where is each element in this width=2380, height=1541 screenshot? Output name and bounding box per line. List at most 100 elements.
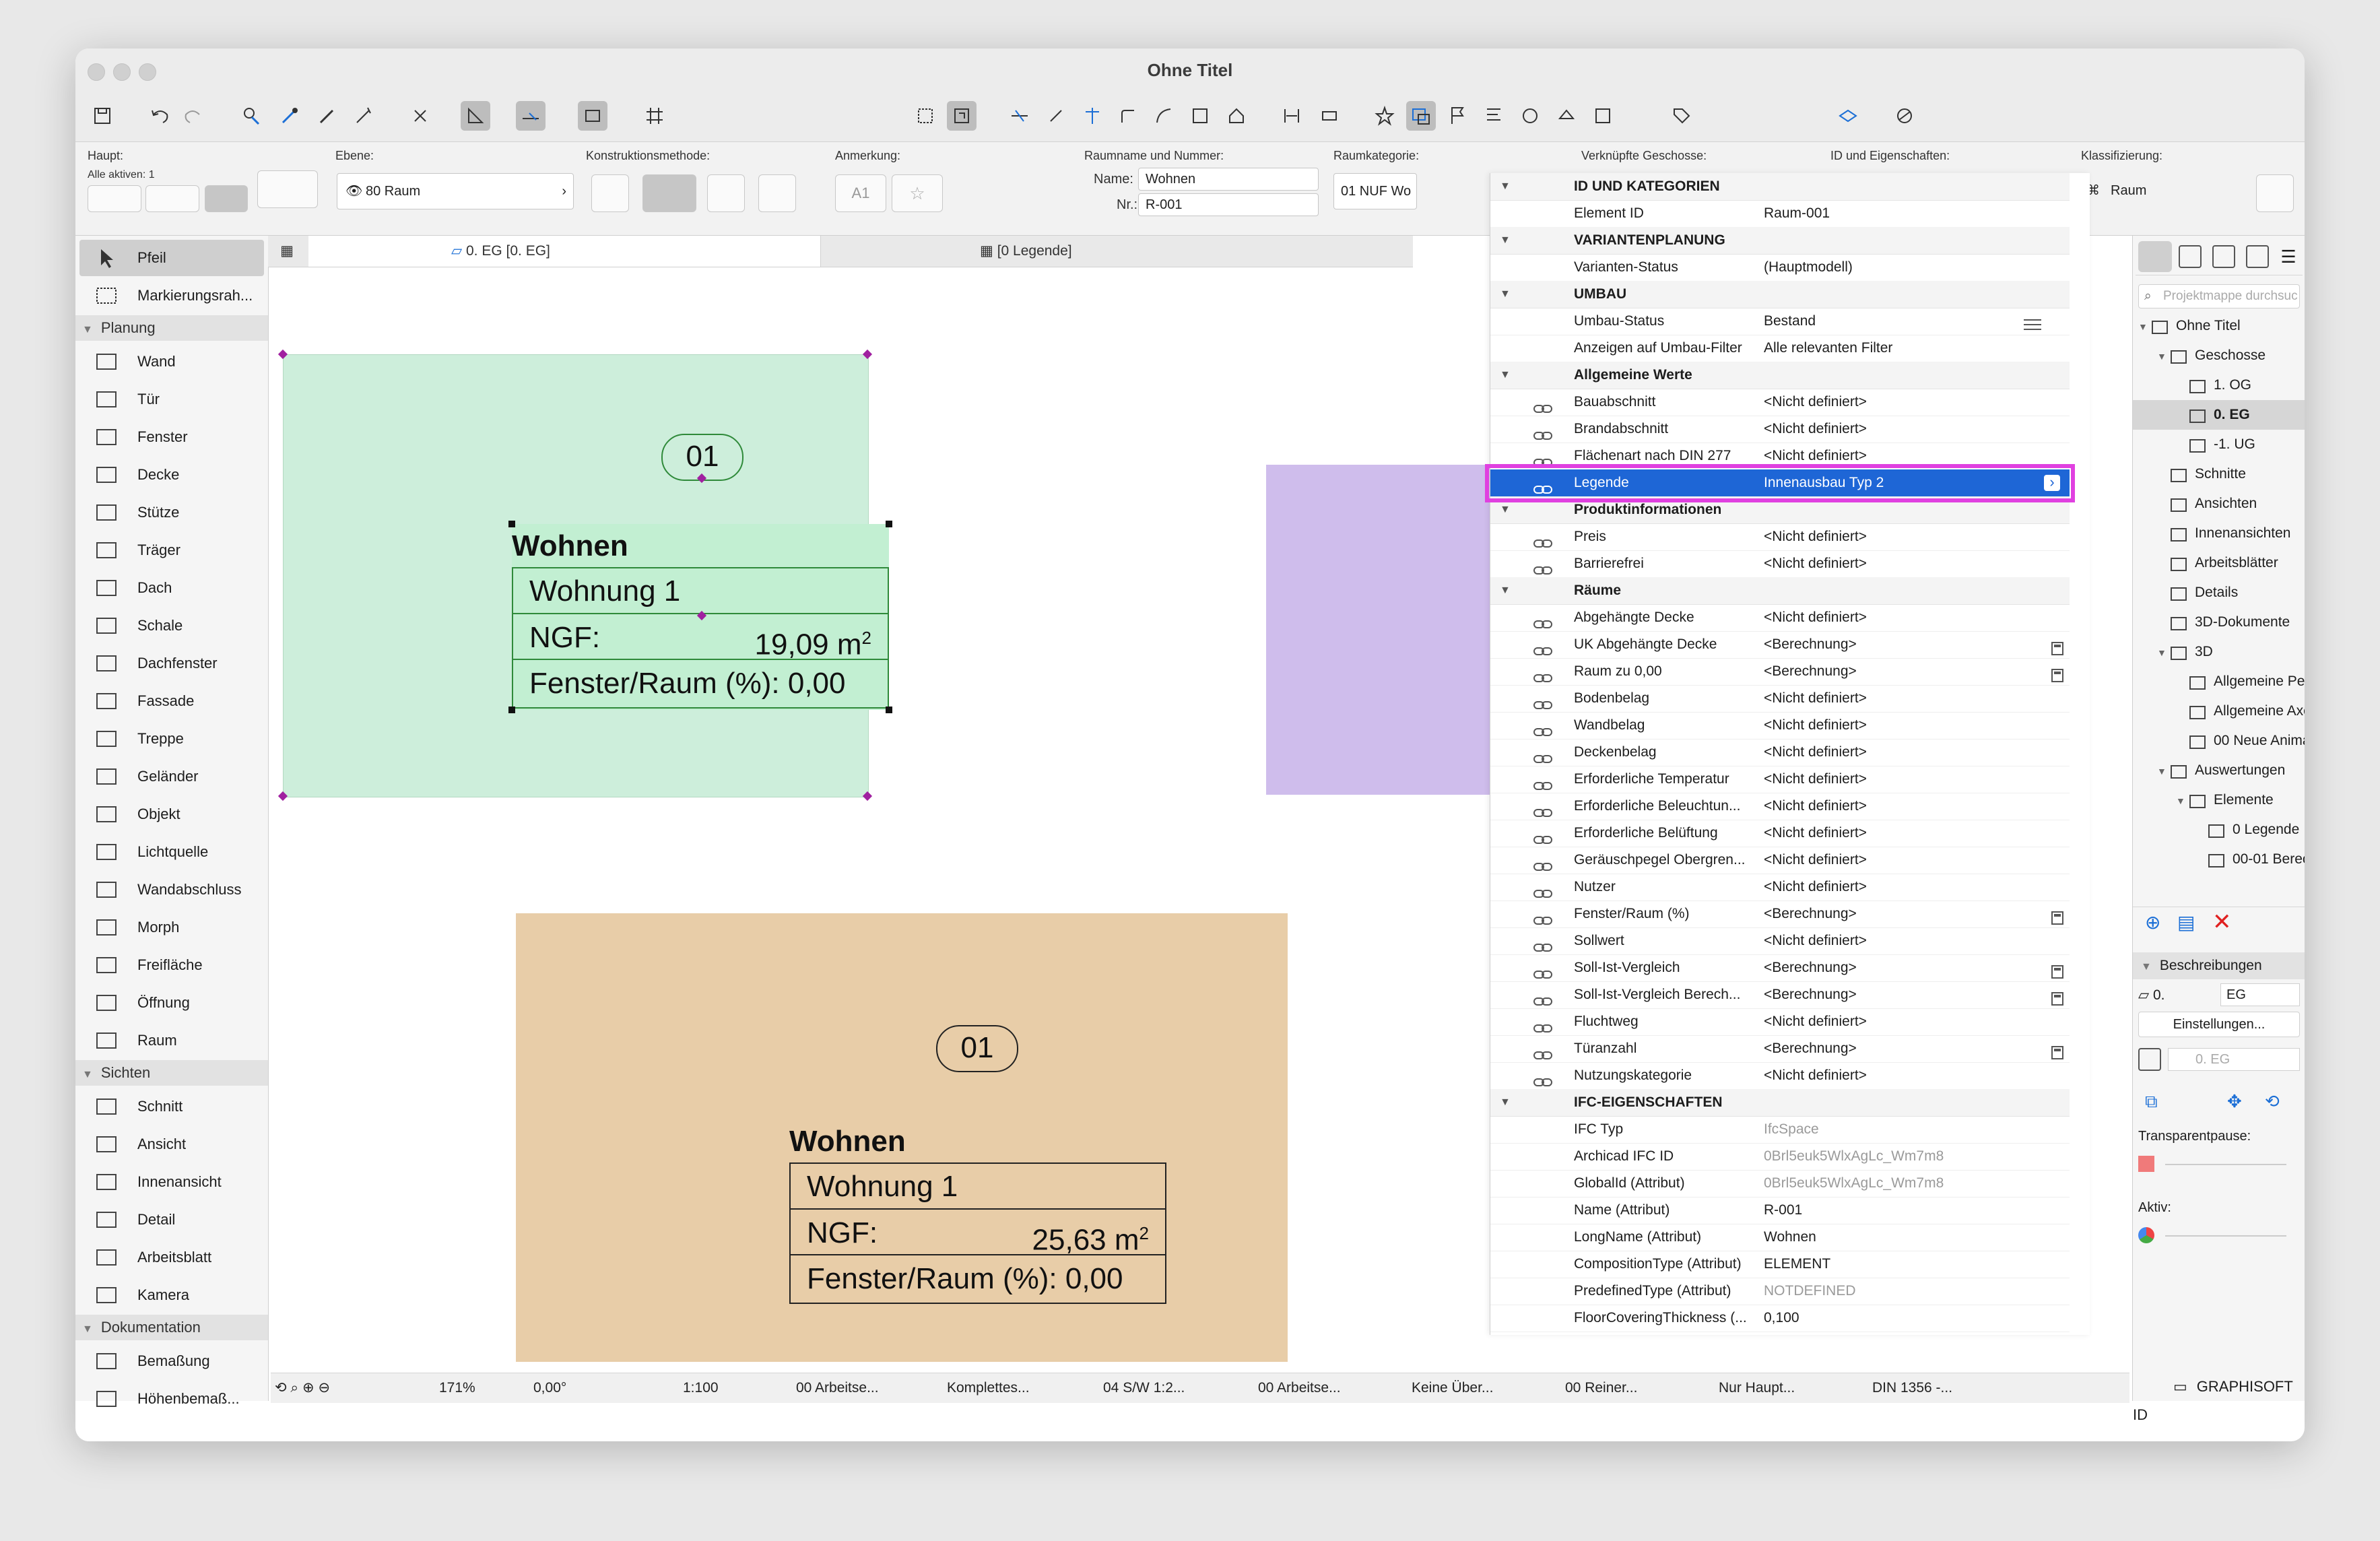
tool-geländer[interactable]: Geländer [79, 758, 264, 795]
dimension-value[interactable]: DIN 1356 -... [1872, 1373, 1952, 1403]
tool-träger[interactable]: Träger [79, 532, 264, 568]
snap-icon[interactable] [405, 101, 435, 131]
story-name-input[interactable]: EG [2220, 983, 2300, 1006]
tool-kamera[interactable]: Kamera [79, 1277, 264, 1313]
tree-item[interactable]: 0. EG [2133, 400, 2305, 430]
active-slider[interactable] [2165, 1235, 2286, 1237]
element-select-button[interactable] [88, 185, 141, 212]
tree-item[interactable]: ▼ Ohne Titel [2133, 311, 2305, 341]
tag-icon[interactable] [1666, 101, 1696, 131]
distribute-icon[interactable] [1315, 101, 1344, 131]
layer-select-button[interactable] [145, 185, 199, 212]
tool-marquee[interactable]: Markierungsrah... [79, 277, 264, 314]
trace-icon[interactable] [947, 101, 977, 131]
tree-item[interactable]: 00 Neue Animation [2133, 726, 2305, 756]
property-row[interactable]: Umbau-Status Bestand [1490, 308, 2070, 335]
property-row[interactable]: Name (Attribut) R-001 [1490, 1197, 2070, 1224]
disclosure-triangle-icon[interactable]: ▼ [2157, 341, 2169, 370]
beschreibungen-section[interactable]: ▼ Beschreibungen [2133, 952, 2305, 979]
view-map-tab-icon[interactable] [2179, 245, 2202, 268]
zone-stamp[interactable]: Wohnen Wohnung 1 NGF: 25,63 m2 Fenster/R… [789, 1119, 1166, 1308]
tree-item[interactable]: ▼ 3D [2133, 637, 2305, 667]
layout-book-tab-icon[interactable] [2212, 245, 2235, 268]
property-row[interactable]: Preis <Nicht definiert> [1490, 523, 2070, 551]
tree-item[interactable]: Schnitte [2133, 459, 2305, 489]
tool-morph[interactable]: Morph [79, 909, 264, 946]
info-box-toggle-icon[interactable] [1406, 101, 1436, 131]
tree-item[interactable]: Details [2133, 578, 2305, 608]
delete-item-icon[interactable]: ✕ [2212, 909, 2232, 936]
tool-dachfenster[interactable]: Dachfenster [79, 645, 264, 682]
property-row[interactable]: Brandabschnitt <Nicht definiert> [1490, 416, 2070, 443]
tool-wandabschluss[interactable]: Wandabschluss [79, 872, 264, 908]
guide-lines-icon[interactable] [461, 101, 490, 131]
tool-lichtquelle[interactable]: Lichtquelle [79, 834, 264, 870]
graphisoft-id[interactable]: ▭ GRAPHISOFT ID [2133, 1373, 2305, 1423]
property-row[interactable]: Erforderliche Beleuchtun... <Nicht defini… [1490, 793, 2070, 820]
property-section[interactable]: ▼ Räume [1490, 577, 2070, 605]
tool-schnitt[interactable]: Schnitt [79, 1088, 264, 1125]
einstellungen-button[interactable]: Einstellungen... [2138, 1012, 2300, 1037]
eyedropper-icon[interactable] [275, 101, 304, 131]
property-row[interactable]: UK Abgehängte Decke <Berechnung> [1490, 631, 2070, 659]
rotate-reference-icon[interactable]: ⟲ [2265, 1091, 2280, 1112]
tree-item[interactable]: 1. OG [2133, 370, 2305, 400]
layer-combination-value[interactable]: 00 Arbeitse... [796, 1373, 879, 1403]
tool-pfeil[interactable]: Pfeil [79, 240, 264, 276]
property-row[interactable]: LongName (Attribut) Wohnen [1490, 1224, 2070, 1251]
renovation-value[interactable]: 00 Reiner... [1565, 1373, 1637, 1403]
chevron-right-icon[interactable]: › [2044, 475, 2060, 491]
grid-icon[interactable] [640, 101, 669, 131]
trace-color-swatch[interactable] [2138, 1156, 2154, 1172]
property-row[interactable]: CompositionType (Attribut) ELEMENT [1490, 1251, 2070, 1278]
adjust-icon[interactable] [1041, 101, 1071, 131]
zoom-value[interactable]: 171% [439, 1373, 475, 1403]
property-row[interactable]: Nutzer <Nicht definiert> [1490, 874, 2070, 901]
property-row[interactable]: Erforderliche Belüftung <Nicht definiert> [1490, 820, 2070, 847]
magic-wand-icon[interactable] [349, 101, 378, 131]
tool-objekt[interactable]: Objekt [79, 796, 264, 832]
split-icon[interactable] [1005, 101, 1034, 131]
house-tool-icon[interactable] [1222, 101, 1251, 131]
layer-select[interactable]: 👁 80 Raum › [337, 173, 574, 209]
undo-icon[interactable] [145, 101, 175, 131]
toolbox-category-sichten[interactable]: ▼ Sichten [75, 1060, 268, 1086]
property-section[interactable]: ▼ Produktinformationen [1490, 496, 2070, 524]
disclosure-triangle-icon[interactable]: ▼ [2176, 786, 2188, 815]
tree-item[interactable]: 00-01 Berechnun [2133, 845, 2305, 874]
publisher-tab-icon[interactable] [2246, 245, 2269, 268]
property-row[interactable]: Archicad IFC ID 0Brl5euk5WlxAgLc_Wm7m8 [1490, 1143, 2070, 1171]
tool-decke[interactable]: Decke [79, 457, 264, 493]
project-map-tab-icon[interactable] [2138, 241, 2172, 272]
room-number-input[interactable]: R-001 [1138, 193, 1319, 216]
toolbox-category-planung[interactable]: ▼ Planung [75, 315, 268, 341]
tool-dach[interactable]: Dach [79, 570, 264, 606]
add-item-icon[interactable]: ⊕ [2145, 911, 2160, 933]
favorites-star-icon[interactable] [1370, 101, 1399, 131]
tool-bemaßung[interactable]: Bemaßung [79, 1343, 264, 1379]
tab-legende[interactable]: ▦ [0 Legende] [820, 236, 1265, 267]
inner-edge-icon[interactable] [758, 174, 796, 212]
publish-icon[interactable] [1552, 101, 1581, 131]
item-settings-icon[interactable]: ▤ [2177, 911, 2195, 933]
property-row[interactable]: Türanzahl <Berechnung> [1490, 1035, 2070, 1063]
tool-wand[interactable]: Wand [79, 343, 264, 380]
tree-item[interactable]: Ansichten [2133, 489, 2305, 519]
tool-fassade[interactable]: Fassade [79, 683, 264, 719]
transparency-slider[interactable] [2165, 1164, 2286, 1165]
tool-raum[interactable]: Raum [79, 1022, 264, 1059]
toolbox-category-dokumentation[interactable]: ▼ Dokumentation [75, 1315, 268, 1340]
intersect-icon[interactable] [1078, 101, 1107, 131]
tool-höhenbemaß-[interactable]: Höhenbemaß... [79, 1381, 264, 1417]
property-row[interactable]: Bauabschnitt <Nicht definiert> [1490, 389, 2070, 416]
redo-icon[interactable] [178, 101, 207, 131]
find-select-icon[interactable] [237, 101, 267, 131]
navigator-menu-icon[interactable]: ☰ [2274, 242, 2303, 271]
property-row[interactable]: Wandbelag <Nicht definiert> [1490, 712, 2070, 740]
layers-combination-icon[interactable] [1833, 101, 1863, 131]
tree-item[interactable]: Arbeitsblätter [2133, 548, 2305, 578]
property-row[interactable]: Nutzungskategorie <Nicht definiert> [1490, 1062, 2070, 1090]
render-icon[interactable] [1588, 101, 1618, 131]
property-section[interactable]: ▼ Allgemeine Werte [1490, 362, 2070, 389]
marquee-tool-icon[interactable] [911, 101, 940, 131]
